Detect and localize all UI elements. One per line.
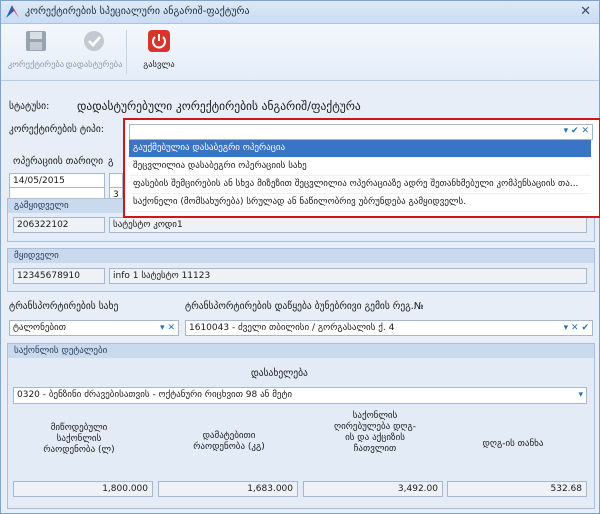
- correction-type-controls: ▾ ✔ ✕: [564, 126, 589, 136]
- dropdown-option[interactable]: ფასების შემცირების ან სხვა მიზეზით შეცვლ…: [129, 176, 591, 194]
- power-icon: [148, 30, 170, 52]
- status-label: სტატუსი:: [9, 101, 50, 112]
- transport-place-controls: ▾ ✕ ✔: [564, 321, 589, 335]
- app-logo-icon: [6, 5, 19, 18]
- correction-type-input[interactable]: ▾ ✔ ✕: [129, 124, 593, 140]
- seller-name-value: სატესტო კოდი1: [113, 220, 183, 230]
- confirm-label: დადასტურება: [65, 60, 123, 70]
- correction-type-options: გაუქმებულია დასაბეგრი ოპერაცია შეცვლილია…: [129, 140, 591, 212]
- window-title: კორექტირების სპეციალური ანგარიშ-ფაქტურა: [25, 6, 250, 17]
- exit-button[interactable]: გასვლა: [133, 30, 185, 70]
- exit-label: გასვლა: [143, 60, 175, 70]
- extra-quantity-field[interactable]: 1,683.000: [158, 481, 298, 497]
- transport-type-controls: ▾ ✕: [160, 321, 175, 335]
- operation-date-value: 14/05/2015: [13, 176, 65, 186]
- chevron-down-icon[interactable]: ▾: [578, 390, 583, 400]
- close-icon[interactable]: ✕: [167, 323, 175, 333]
- close-icon[interactable]: ✕: [581, 126, 589, 136]
- toolbar: კორექტირება დადასტურება გასვლა: [1, 24, 599, 81]
- goods-name-label: დასახელება: [251, 368, 308, 379]
- extra-quantity-value: 1,683.000: [247, 484, 293, 494]
- correction-type-label: კორექტირების ტიპი:: [9, 124, 104, 135]
- quantity-header: მიწოდებული საქონლის რაოდენობა (ლ): [43, 423, 115, 455]
- buyer-name-input[interactable]: info 1 სატესტო 11123: [109, 268, 587, 284]
- seller-name-input[interactable]: სატესტო კოდი1: [109, 217, 587, 233]
- vat-field[interactable]: 532.68: [447, 481, 587, 497]
- value-field[interactable]: 3,492.00: [303, 481, 443, 497]
- correct-label: კორექტირება: [7, 60, 65, 70]
- confirm-button[interactable]: დადასტურება: [65, 30, 123, 70]
- transport-place-label: ტრანსპორტირების დაწყება ბუნებრივი გემის …: [185, 301, 424, 312]
- transport-type-value: ტალონებით: [13, 323, 66, 333]
- vat-value: 532.68: [550, 484, 583, 494]
- goods-name-controls: ▾: [578, 388, 583, 402]
- checkmark-icon[interactable]: ✔: [571, 126, 579, 136]
- goods-name-value: 0320 - ბენზინი ძრავებისათვის - ოქტანური …: [17, 390, 293, 400]
- buyer-heading: მყიდველი: [8, 249, 594, 263]
- dropdown-option[interactable]: საქონელი (მომსახურება) სრულად ან ნაწილობ…: [129, 194, 591, 212]
- dropdown-option[interactable]: შეცვლილია დასაბეგრი ოპერაციის სახე: [129, 158, 591, 176]
- operation-date-label: ოპერაციის თარიღი: [13, 156, 104, 167]
- buyer-tin-value: 12345678910: [17, 271, 80, 281]
- checkmark-circle-icon: [83, 30, 105, 52]
- total-value: 3,492.00: [397, 484, 438, 494]
- floppy-disk-icon: [25, 30, 47, 52]
- goods-heading: საქონლის დეტალები: [8, 344, 594, 358]
- buyer-name-value: info 1 სატესტო 11123: [113, 271, 211, 281]
- toolbar-separator: [126, 30, 127, 74]
- column-label-fragment: გ: [108, 156, 114, 167]
- quantity-field[interactable]: 1,800.000: [13, 481, 153, 497]
- dialog-window: კორექტირების სპეციალური ანგარიშ-ფაქტურა …: [0, 0, 600, 514]
- dropdown-option[interactable]: გაუქმებულია დასაბეგრი ოპერაცია: [129, 140, 591, 158]
- vat-header: დღგ-ის თანხა: [482, 439, 544, 449]
- chevron-down-icon[interactable]: ▾: [160, 323, 165, 333]
- quantity-value: 1,800.000: [102, 484, 148, 494]
- goods-name-select[interactable]: 0320 - ბენზინი ძრავებისათვის - ოქტანური …: [13, 387, 587, 404]
- transport-place-value: 1610043 - ძველი თბილისი / გორგასალის ქ. …: [189, 323, 395, 333]
- transport-place-select[interactable]: 1610043 - ძველი თბილისი / გორგასალის ქ. …: [185, 320, 593, 336]
- status-value: დადასტურებული კორექტირების ანგარიშ/ფაქტუ…: [77, 99, 361, 113]
- chevron-down-icon[interactable]: ▾: [564, 126, 569, 136]
- seller-tin-value: 206322102: [17, 220, 69, 230]
- buyer-tin-input[interactable]: 12345678910: [13, 268, 105, 284]
- close-icon[interactable]: ✕: [571, 323, 579, 333]
- correct-button[interactable]: კორექტირება: [7, 30, 65, 70]
- transport-type-select[interactable]: ტალონებით ▾ ✕: [9, 320, 179, 336]
- title-bar: კორექტირების სპეციალური ანგარიშ-ფაქტურა …: [1, 1, 599, 24]
- extra-quantity-header: დამატებითი რაოდენობა (კგ): [193, 431, 265, 452]
- transport-type-label: ტრანსპორტირების სახე: [9, 301, 119, 312]
- chevron-down-icon[interactable]: ▾: [564, 323, 569, 333]
- close-icon[interactable]: ✕: [580, 4, 591, 19]
- correction-type-dropdown: ▾ ✔ ✕ გაუქმებულია დასაბეგრი ოპერაცია შეც…: [123, 118, 600, 218]
- seller-tin-input[interactable]: 206322102: [13, 217, 105, 233]
- value-header: საქონლის ღირებულება დღგ-ის და აქციზის ჩა…: [334, 411, 416, 454]
- checkmark-icon[interactable]: ✔: [581, 323, 589, 333]
